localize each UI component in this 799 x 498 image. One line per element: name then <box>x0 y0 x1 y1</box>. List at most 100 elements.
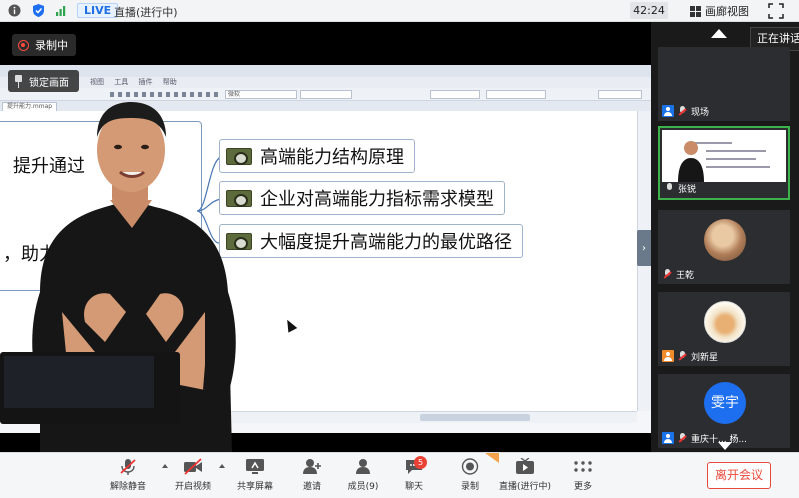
participant-panel: 正在讲话 现场 张锐 王乾 刘新星 雯宇 重庆十... 杨... <box>651 22 799 452</box>
menu-item: 视图 <box>90 78 104 86</box>
participant-name: 王乾 <box>676 270 695 281</box>
more-icon <box>574 461 592 472</box>
participant-name: 现场 <box>691 107 710 118</box>
members-button[interactable]: 成员(9) <box>336 458 390 496</box>
shield-icon[interactable] <box>31 3 46 18</box>
menu-item: 插件 <box>138 78 153 86</box>
unmute-label: 解除静音 <box>109 482 146 492</box>
signal-icon <box>56 6 66 16</box>
live-badge[interactable]: LIVE <box>77 3 119 18</box>
central-topic-line: 提升通过 <box>13 156 85 177</box>
leave-meeting-button[interactable]: 离开会议 <box>707 462 771 489</box>
participant-label: 现场 <box>662 104 709 118</box>
share-screen-label: 共享屏幕 <box>236 482 273 492</box>
lock-view-label: 锁定画面 <box>29 77 69 89</box>
chat-label: 聊天 <box>404 482 423 492</box>
branch-topic-label: 高端能力结构原理 <box>260 147 404 168</box>
live-icon <box>516 458 534 474</box>
gallery-view-label: 画廊视图 <box>705 5 749 18</box>
scroll-up-icon[interactable] <box>711 29 727 38</box>
scroll-thumb[interactable] <box>420 414 530 421</box>
record-dot-icon <box>18 39 29 51</box>
mic-muted-icon <box>120 459 136 475</box>
branch-topic: 企业对高端能力指标需求模型 <box>219 181 505 215</box>
more-label: 更多 <box>573 482 592 492</box>
lock-view-button[interactable]: 锁定画面 <box>8 70 79 92</box>
grid-view-icon <box>690 5 701 17</box>
laptop <box>0 352 180 424</box>
participant-tile[interactable]: 雯宇 重庆十... 杨... <box>658 374 790 448</box>
camera-icon <box>226 147 252 165</box>
participant-tile-active[interactable]: 张锐 <box>658 126 790 200</box>
participant-tile[interactable]: 刘新星 <box>658 292 790 366</box>
participant-name: 张锐 <box>678 184 697 195</box>
document-tab: 提升能力.mmap <box>2 102 58 111</box>
gallery-view-button[interactable]: 画廊视图 <box>690 3 749 19</box>
mic-icon <box>664 182 675 194</box>
app-toolbar: 微软 <box>0 88 651 101</box>
collapse-panel-button[interactable]: › <box>637 230 651 266</box>
info-icon[interactable] <box>7 3 22 18</box>
app-menu-bar: 视图 工具 插件 帮助 <box>0 77 651 88</box>
share-screen-icon <box>246 459 264 474</box>
members-icon <box>356 459 370 474</box>
participant-tile[interactable]: 王乾 <box>658 210 790 284</box>
central-topic: 提升通过 ，助力 <box>0 121 202 291</box>
app-title-bar <box>0 65 651 77</box>
pin-icon <box>14 74 23 88</box>
live-stream-label: 直播(进行中) <box>498 482 552 492</box>
invite-button[interactable]: 邀请 <box>285 458 339 496</box>
recording-indicator[interactable]: 录制中 <box>12 34 76 56</box>
participant-label: 重庆十... 杨... <box>662 431 747 445</box>
menu-item: 帮助 <box>162 78 177 86</box>
branch-topic: 高端能力结构原理 <box>219 139 415 173</box>
start-video-label: 开启视频 <box>174 482 211 492</box>
invite-icon <box>303 459 321 474</box>
camera-off-icon <box>184 458 202 475</box>
share-screen-button[interactable]: 共享屏幕 <box>228 458 282 496</box>
menu-item: 工具 <box>114 78 129 86</box>
avatar <box>704 219 746 261</box>
record-label: 录制 <box>460 482 479 492</box>
font-select: 微软 <box>225 90 297 99</box>
participant-tile[interactable]: 现场 <box>658 47 790 121</box>
avatar-initials: 雯宇 <box>704 382 746 424</box>
document-tabs: 提升能力.mmap <box>0 101 651 111</box>
chevron-right-icon: › <box>642 242 646 254</box>
guest-icon <box>662 350 674 362</box>
host-icon <box>662 105 674 117</box>
zoom-select <box>598 90 642 99</box>
live-status-text: 直播(进行中) <box>114 6 178 19</box>
camera-icon <box>226 189 252 207</box>
meeting-toolbar: 解除静音 开启视频 共享屏幕 邀请 成员(9) 5 聊天 录制 直播(进行中) … <box>0 452 799 498</box>
mic-muted-icon <box>662 268 673 280</box>
toolbar-icons <box>110 92 220 97</box>
mic-muted-icon <box>677 432 688 444</box>
host-icon <box>662 432 674 444</box>
fullscreen-icon[interactable] <box>768 3 784 19</box>
style-select <box>430 90 480 99</box>
invite-label: 邀请 <box>302 482 321 492</box>
scroll-down-icon[interactable] <box>718 442 732 450</box>
unmute-button[interactable]: 解除静音 <box>101 458 155 496</box>
participant-label: 刘新星 <box>662 349 718 363</box>
record-icon <box>461 458 479 475</box>
participant-name: 刘新星 <box>691 352 719 363</box>
start-video-button[interactable]: 开启视频 <box>166 458 220 496</box>
video-options-caret[interactable] <box>219 464 225 468</box>
main-video-stage: 录制中 视图 工具 插件 帮助 微软 提升能力.mmap 提升通过 ，助力 高端… <box>0 22 651 452</box>
camera-icon <box>226 232 252 250</box>
theme-select <box>486 90 546 99</box>
mic-muted-icon <box>677 105 688 117</box>
participant-label: 王乾 <box>662 267 694 281</box>
top-status-bar: LIVE 直播(进行中) 42:24 画廊视图 <box>0 0 799 22</box>
participant-label: 张锐 <box>664 181 696 195</box>
mini-shared-screen <box>662 130 786 182</box>
branch-topic: 大幅度提升高端能力的最优路径 <box>219 224 523 258</box>
more-button[interactable]: 更多 <box>556 458 610 496</box>
record-button[interactable]: 录制 <box>443 458 497 496</box>
live-stream-button[interactable]: 直播(进行中) <box>498 458 552 496</box>
chat-unread-badge: 5 <box>414 456 427 469</box>
central-topic-line: ，助力 <box>3 244 57 265</box>
branch-topic-label: 大幅度提升高端能力的最优路径 <box>260 232 512 253</box>
